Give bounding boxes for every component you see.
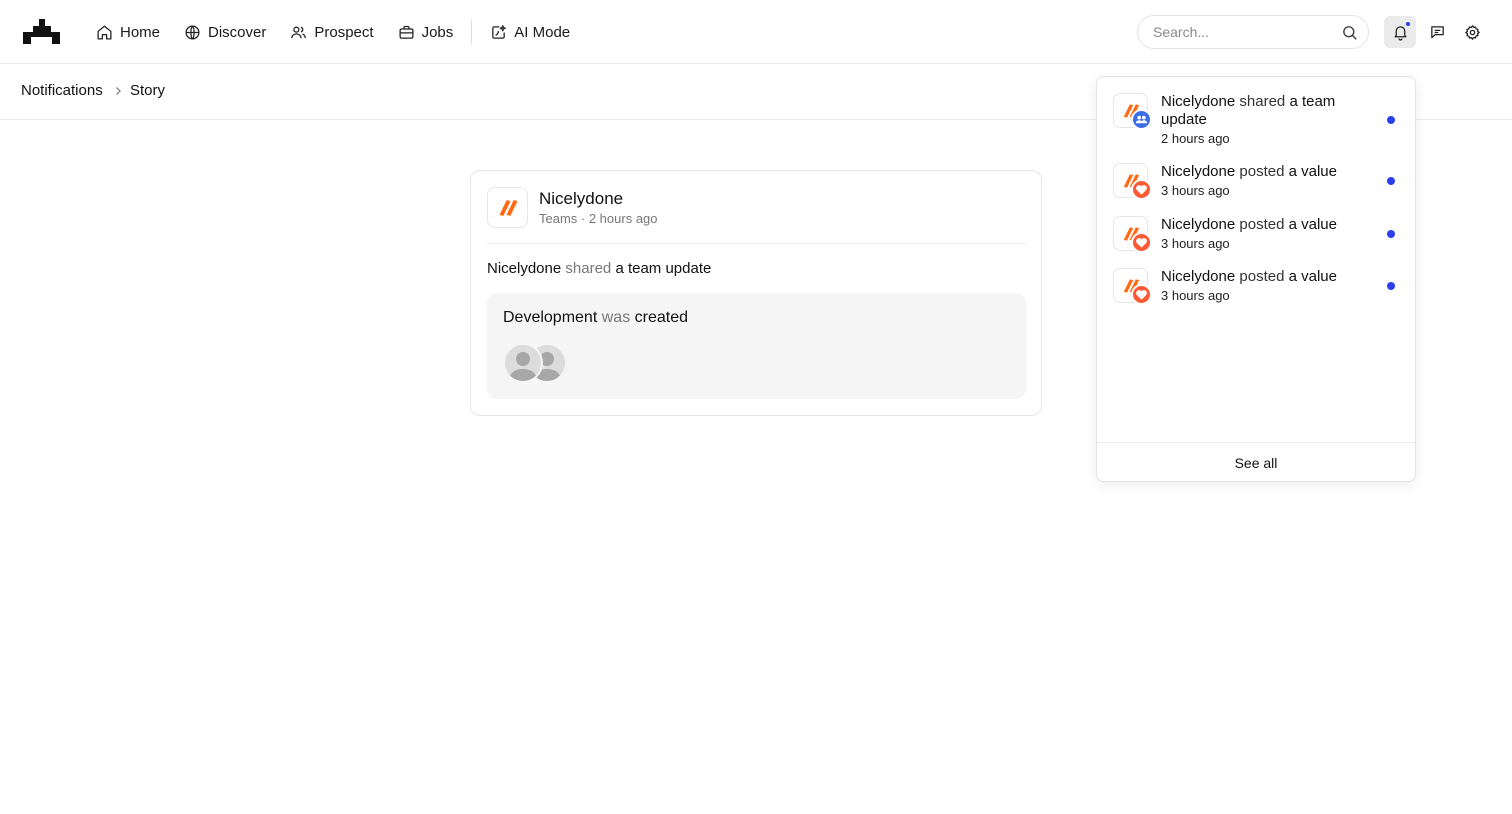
gear-icon [1464, 24, 1480, 40]
content-verb: was [601, 309, 631, 326]
settings-button[interactable] [1456, 16, 1488, 48]
notifications-dropdown: Nicelydone shared a team update 2 hours … [1096, 76, 1416, 482]
notification-actor: Nicelydone [1161, 93, 1236, 110]
ai-sparkle-icon [492, 24, 507, 39]
nav-jobs-label: Jobs [421, 23, 454, 41]
notification-time: 3 hours ago [1161, 236, 1230, 251]
team-icon [1135, 115, 1148, 124]
nav-prospect[interactable]: Prospect [278, 14, 385, 50]
heart-badge [1131, 284, 1152, 305]
heart-icon [1136, 290, 1147, 300]
notification-text: Nicelydone posted a value [1161, 216, 1366, 234]
nicelydone-logo-icon [498, 199, 518, 216]
messages-button[interactable] [1421, 16, 1453, 48]
notification-verb: posted [1239, 163, 1285, 180]
story-text: Nicelydone shared a team update [487, 260, 711, 277]
heart-badge [1131, 232, 1152, 253]
globe-icon [185, 24, 200, 40]
nav-home-label: Home [120, 23, 161, 41]
nav-discover-label: Discover [208, 23, 267, 41]
search-input[interactable] [1153, 24, 1333, 40]
notification-actor: Nicelydone [1161, 268, 1236, 285]
story-author-avatar[interactable] [487, 187, 528, 228]
notification-object: a value [1288, 216, 1337, 233]
breadcrumb-notifications[interactable]: Notifications [21, 82, 103, 99]
heart-icon [1136, 185, 1147, 195]
story-verb: shared [565, 260, 612, 277]
notification-object: a value [1288, 268, 1337, 285]
notifications-button[interactable] [1384, 16, 1416, 48]
story-author-name[interactable]: Nicelydone [539, 189, 623, 209]
notification-object: a value [1288, 163, 1337, 180]
heart-badge [1131, 179, 1152, 200]
notification-text: Nicelydone shared a team update [1161, 93, 1366, 129]
unread-dot [1387, 282, 1395, 290]
story-meta: Teams · 2 hours ago [539, 211, 658, 226]
story-actor: Nicelydone [487, 260, 562, 277]
divider [487, 243, 1026, 244]
main-nav: Home Discover Prospect Jobs AI Mode [84, 14, 582, 50]
unread-indicator-dot [1405, 21, 1411, 27]
notification-time: 3 hours ago [1161, 288, 1230, 303]
app-logo-icon[interactable] [23, 19, 60, 44]
breadcrumb-story: Story [130, 82, 166, 99]
story-content-text: Development was created [503, 309, 688, 327]
chevron-right-icon [116, 87, 121, 95]
nav-ai-mode-label: AI Mode [514, 23, 571, 41]
team-badge [1131, 109, 1152, 130]
notification-verb: posted [1239, 268, 1285, 285]
notification-text: Nicelydone posted a value [1161, 268, 1366, 286]
notification-text: Nicelydone posted a value [1161, 163, 1366, 181]
nav-home[interactable]: Home [84, 14, 172, 50]
messages-icon [1430, 25, 1444, 38]
heart-icon [1136, 238, 1147, 248]
users-icon [291, 26, 307, 38]
notification-verb: posted [1239, 216, 1285, 233]
team-name[interactable]: Development [503, 309, 597, 326]
unread-dot [1387, 177, 1395, 185]
search-box[interactable] [1137, 15, 1369, 49]
unread-dot [1387, 230, 1395, 238]
nav-prospect-label: Prospect [314, 23, 374, 41]
nav-jobs[interactable]: Jobs [386, 14, 466, 50]
notification-actor: Nicelydone [1161, 163, 1236, 180]
nav-ai-mode[interactable]: AI Mode [478, 14, 582, 50]
avatar[interactable] [503, 343, 543, 383]
unread-dot [1387, 116, 1395, 124]
notification-time: 2 hours ago [1161, 131, 1230, 146]
briefcase-icon [399, 25, 414, 39]
see-all-button[interactable]: See all [1097, 442, 1415, 482]
story-card: Nicelydone Teams · 2 hours ago Nicelydon… [470, 170, 1042, 416]
nav-divider [471, 20, 473, 44]
home-icon [97, 24, 112, 40]
search-icon[interactable] [1341, 24, 1358, 41]
notification-actor: Nicelydone [1161, 216, 1236, 233]
notification-verb: shared [1239, 93, 1286, 110]
story-object: a team update [615, 260, 712, 277]
content-action: created [634, 309, 689, 326]
person-placeholder-icon [505, 345, 541, 381]
notification-time: 3 hours ago [1161, 183, 1230, 198]
top-navigation-bar: Home Discover Prospect Jobs AI Mode [0, 0, 1512, 64]
nav-discover[interactable]: Discover [172, 14, 278, 50]
member-avatars [503, 343, 573, 383]
story-content-box: Development was created [487, 293, 1026, 399]
